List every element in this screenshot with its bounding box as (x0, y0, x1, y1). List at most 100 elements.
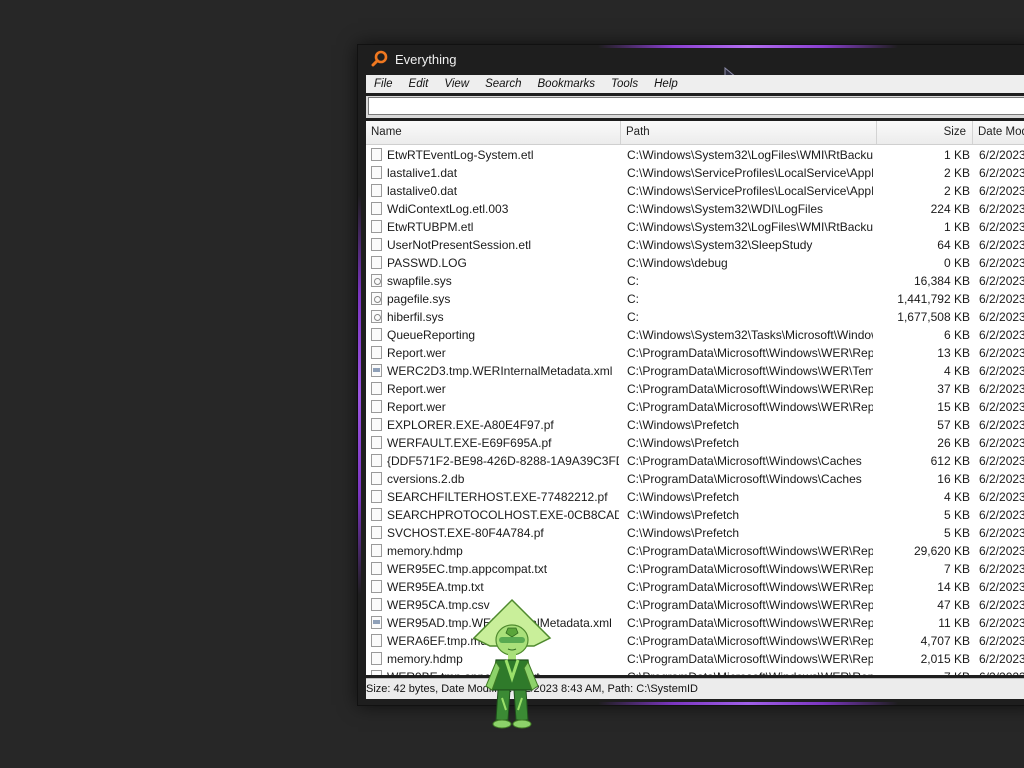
menu-file[interactable]: File (366, 78, 401, 90)
table-row[interactable]: WERC2D3.tmp.WERInternalMetadata.xml C:\Pr… (366, 362, 1024, 380)
table-row[interactable]: UserNotPresentSession.etl C:\Windows\Syst… (366, 236, 1024, 254)
menu-edit[interactable]: Edit (401, 78, 437, 90)
table-row[interactable]: WERFAULT.EXE-E69F695A.pf C:\Windows\Prefe… (366, 434, 1024, 452)
table-row[interactable]: lastalive0.dat C:\Windows\ServiceProfiles… (366, 182, 1024, 200)
file-path: C:\Windows\Prefetch (627, 526, 740, 540)
table-row[interactable]: WER95AD.tmp.WERInternalMetadata.xmlC:\Pr… (366, 614, 1024, 632)
file-date-modified: 6/2/2023 (979, 220, 1024, 234)
document-icon (371, 220, 383, 234)
table-row[interactable]: pagefile.sys C: 1,441,792 KB 6/2/2023 (366, 290, 1024, 308)
file-date-modified: 6/2/2023 (979, 256, 1024, 270)
table-row[interactable]: lastalive1.dat C:\Windows\ServiceProfiles… (366, 164, 1024, 182)
file-date-modified: 6/2/2023 (979, 472, 1024, 486)
file-name: pagefile.sys (387, 292, 451, 306)
file-path: C:\ProgramData\Microsoft\Windows\WER\Rep… (627, 544, 873, 558)
table-row[interactable]: Report.wer C:\ProgramData\Microsoft\Windo… (366, 398, 1024, 416)
file-path: C:\Windows\Prefetch (627, 490, 740, 504)
table-row[interactable]: EXPLORER.EXE-A80E4F97.pf C:\Windows\Prefe… (366, 416, 1024, 434)
file-date-modified: 6/2/2023 (979, 580, 1024, 594)
table-row[interactable]: QueueReporting C:\Windows\System32\Tasks\… (366, 326, 1024, 344)
file-name: QueueReporting (387, 328, 476, 342)
document-icon (371, 508, 383, 522)
file-path: C:\Windows\ServiceProfiles\LocalService\… (627, 184, 873, 198)
search-input[interactable] (368, 97, 1024, 115)
table-row[interactable]: PASSWD.LOG C:\Windows\debug 0 KB 6/2/2023 (366, 254, 1024, 272)
file-size: 1,677,508 KB (897, 310, 970, 324)
file-date-modified: 6/2/2023 (979, 562, 1024, 576)
menu-bookmarks[interactable]: Bookmarks (530, 78, 604, 90)
file-size: 7 KB (877, 668, 970, 675)
table-row[interactable]: Report.wer C:\ProgramData\Microsoft\Windo… (366, 344, 1024, 362)
menu-bar: File Edit View Search Bookmarks Tools He… (366, 75, 1024, 93)
table-row[interactable]: memory.hdmp C:\ProgramData\Microsoft\Wind… (366, 542, 1024, 560)
file-name: WER95EC.tmp.appcompat.txt (387, 562, 548, 576)
column-header-size[interactable]: Size (877, 121, 973, 144)
file-name: UserNotPresentSession.etl (387, 238, 532, 252)
file-path: C:\Windows\System32\LogFiles\WMI\RtBacku… (627, 220, 873, 234)
menu-search[interactable]: Search (477, 78, 529, 90)
file-date-modified: 6/2/2023 (979, 364, 1024, 378)
everything-window[interactable]: Everything File Edit View Search Bookmar… (358, 45, 1024, 705)
table-row[interactable]: swapfile.sys C: 16,384 KB 6/2/2023 (366, 272, 1024, 290)
file-name: Report.wer (387, 400, 446, 414)
table-row[interactable]: WER95CA.tmp.csv C:\ProgramData\Microsoft\… (366, 596, 1024, 614)
file-date-modified: 6/2/2023 (979, 148, 1024, 162)
title-bar[interactable]: Everything (358, 45, 1024, 89)
file-path: C:\Windows\ServiceProfiles\LocalService\… (627, 166, 873, 180)
table-row[interactable]: WER9BE.tmp.appcompat.txtC:\ProgramData\M… (366, 668, 1024, 675)
file-size: 15 KB (937, 400, 970, 414)
table-row[interactable]: SEARCHFILTERHOST.EXE-77482212.pf C:\Windo… (366, 488, 1024, 506)
search-bar (366, 96, 1024, 118)
document-icon (371, 562, 383, 576)
results-list[interactable]: Name Path Size Date Mod EtwRTEventLog-Sy… (366, 121, 1024, 675)
column-header-date-modified[interactable]: Date Mod (973, 121, 1024, 144)
file-path: C: (627, 310, 639, 324)
file-size: 57 KB (937, 418, 970, 432)
file-name: WERC2D3.tmp.WERInternalMetadata.xml (387, 364, 613, 378)
file-size: 4,707 KB (920, 634, 970, 648)
table-row[interactable]: Report.wer C:\ProgramData\Microsoft\Windo… (366, 380, 1024, 398)
table-row[interactable]: WdiContextLog.etl.003 C:\Windows\System32… (366, 200, 1024, 218)
menu-tools[interactable]: Tools (603, 78, 646, 90)
file-path: C:\ProgramData\Microsoft\Windows\WER\Rep… (627, 598, 873, 612)
table-row[interactable]: {DDF571F2-BE98-426D-8288-1A9A39C3FDA2...… (366, 452, 1024, 470)
file-path: C:\Windows\System32\LogFiles\WMI\RtBacku… (627, 148, 873, 162)
file-name: swapfile.sys (387, 274, 452, 288)
file-name: WERFAULT.EXE-E69F695A.pf (387, 436, 552, 450)
menu-help[interactable]: Help (646, 78, 686, 90)
file-date-modified: 6/2/2023 (979, 652, 1024, 666)
document-icon (371, 598, 383, 612)
file-name: EXPLORER.EXE-A80E4F97.pf (387, 418, 554, 432)
file-path: C:\ProgramData\Microsoft\Windows\WER\Rep… (627, 616, 873, 630)
file-size: 5 KB (943, 526, 970, 540)
file-path: C:\ProgramData\Microsoft\Windows\WER\Tem… (627, 364, 873, 378)
document-icon (371, 436, 383, 450)
menu-view[interactable]: View (436, 78, 477, 90)
table-row[interactable]: SEARCHPROTOCOLHOST.EXE-0CB8CADE.pf C:\Win… (366, 506, 1024, 524)
table-row[interactable]: memory.hdmp C:\ProgramData\Microsoft\Wind… (366, 650, 1024, 668)
table-row[interactable]: WER95EC.tmp.appcompat.txt C:\ProgramData\… (366, 560, 1024, 578)
document-icon (371, 274, 383, 288)
file-size: 4 KB (943, 364, 970, 378)
table-row[interactable]: WER95EA.tmp.txt C:\ProgramData\Microsoft\… (366, 578, 1024, 596)
file-size: 0 KB (943, 256, 970, 270)
file-path: C:\ProgramData\Microsoft\Windows\WER\Rep… (627, 382, 873, 396)
result-rows: EtwRTEventLog-System.etl C:\Windows\Syste… (366, 146, 1024, 675)
table-row[interactable]: cversions.2.db C:\ProgramData\Microsoft\W… (366, 470, 1024, 488)
file-path: C:\Windows\Prefetch (627, 436, 740, 450)
file-name: SEARCHPROTOCOLHOST.EXE-0CB8CADE.pf (387, 508, 619, 522)
file-date-modified: 6/2/2023 (979, 454, 1024, 468)
table-row[interactable]: EtwRTEventLog-System.etl C:\Windows\Syste… (366, 146, 1024, 164)
window-glow-bottom (598, 702, 898, 705)
file-path: C:\ProgramData\Microsoft\Windows\WER\Rep… (627, 400, 873, 414)
file-size: 612 KB (930, 454, 970, 468)
table-row[interactable]: hiberfil.sys C: 1,677,508 KB 6/2/2023 (366, 308, 1024, 326)
column-header-name[interactable]: Name (366, 121, 621, 144)
table-row[interactable]: EtwRTUBPM.etl C:\Windows\System32\LogFile… (366, 218, 1024, 236)
column-header-path[interactable]: Path (621, 121, 877, 144)
table-row[interactable]: WERA6EF.tmp.mdmp C:\ProgramData\Microsoft… (366, 632, 1024, 650)
file-name: WER95EA.tmp.txt (387, 580, 484, 594)
window-title: Everything (395, 51, 457, 67)
file-path: C:\ProgramData\Microsoft\Windows\WER\Rep… (627, 562, 873, 576)
table-row[interactable]: SVCHOST.EXE-80F4A784.pf C:\Windows\Prefet… (366, 524, 1024, 542)
